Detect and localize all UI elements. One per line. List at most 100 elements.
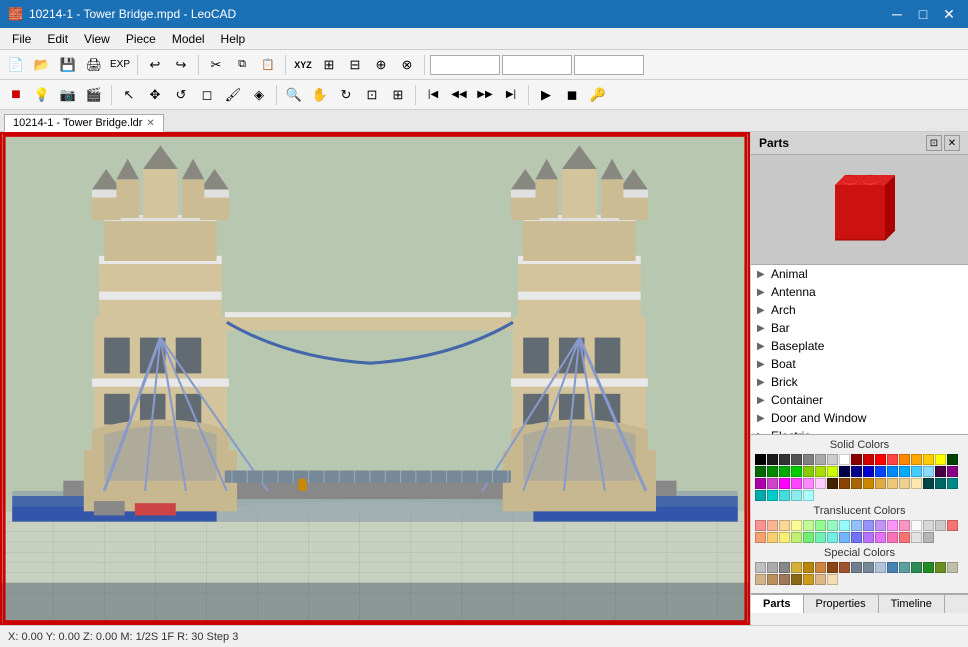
menu-item-view[interactable]: View: [76, 30, 118, 48]
solid-color-swatch-44[interactable]: [875, 478, 886, 489]
translucent-color-swatch-19[interactable]: [779, 532, 790, 543]
translucent-color-swatch-12[interactable]: [899, 520, 910, 531]
special-color-swatch-20[interactable]: [791, 574, 802, 585]
play-button[interactable]: ▶: [534, 83, 558, 107]
translucent-color-swatch-3[interactable]: [791, 520, 802, 531]
solid-color-swatch-23[interactable]: [827, 466, 838, 477]
solid-color-swatch-1[interactable]: [767, 454, 778, 465]
translucent-color-swatch-7[interactable]: [839, 520, 850, 531]
copy-button[interactable]: ⧉: [230, 53, 254, 77]
special-color-swatch-21[interactable]: [803, 574, 814, 585]
special-color-swatch-0[interactable]: [755, 562, 766, 573]
snap2-button[interactable]: ⊟: [343, 53, 367, 77]
solid-color-swatch-17[interactable]: [755, 466, 766, 477]
category-boat[interactable]: ▶ Boat: [751, 355, 968, 373]
solid-color-swatch-48[interactable]: [923, 478, 934, 489]
document-tab[interactable]: 10214-1 - Tower Bridge.ldr ✕: [4, 114, 164, 132]
redo-button[interactable]: ↪: [169, 53, 193, 77]
insert-camera-button[interactable]: 📷: [56, 83, 80, 107]
solid-color-swatch-33[interactable]: [947, 466, 958, 477]
translucent-color-swatch-8[interactable]: [851, 520, 862, 531]
translucent-color-swatch-16[interactable]: [947, 520, 958, 531]
solid-color-swatch-16[interactable]: [947, 454, 958, 465]
menu-item-edit[interactable]: Edit: [39, 30, 76, 48]
search-input-2[interactable]: [502, 55, 572, 75]
menu-item-model[interactable]: Model: [164, 30, 213, 48]
special-color-swatch-23[interactable]: [827, 574, 838, 585]
special-color-swatch-10[interactable]: [875, 562, 886, 573]
solid-color-swatch-54[interactable]: [791, 490, 802, 501]
parts-float-button[interactable]: ⊡: [926, 135, 942, 151]
translucent-color-swatch-22[interactable]: [815, 532, 826, 543]
solid-color-swatch-25[interactable]: [851, 466, 862, 477]
menu-item-help[interactable]: Help: [213, 30, 254, 48]
translucent-color-swatch-0[interactable]: [755, 520, 766, 531]
special-color-swatch-5[interactable]: [815, 562, 826, 573]
translucent-color-swatch-24[interactable]: [839, 532, 850, 543]
solid-color-swatch-43[interactable]: [863, 478, 874, 489]
close-button[interactable]: ✕: [938, 3, 960, 25]
solid-color-swatch-45[interactable]: [887, 478, 898, 489]
search-input-1[interactable]: [430, 55, 500, 75]
solid-color-swatch-24[interactable]: [839, 466, 850, 477]
category-baseplate[interactable]: ▶ Baseplate: [751, 337, 968, 355]
solid-color-swatch-19[interactable]: [779, 466, 790, 477]
category-bar[interactable]: ▶ Bar: [751, 319, 968, 337]
solid-color-swatch-9[interactable]: [863, 454, 874, 465]
menu-item-file[interactable]: File: [4, 30, 39, 48]
key-button[interactable]: 🔑: [586, 83, 610, 107]
translucent-color-swatch-21[interactable]: [803, 532, 814, 543]
insert-light-button[interactable]: 💡: [30, 83, 54, 107]
translucent-color-swatch-15[interactable]: [935, 520, 946, 531]
category-arch[interactable]: ▶ Arch: [751, 301, 968, 319]
translucent-color-swatch-30[interactable]: [911, 532, 922, 543]
next-step-button[interactable]: ▶▶: [473, 83, 497, 107]
special-color-swatch-13[interactable]: [911, 562, 922, 573]
special-color-swatch-9[interactable]: [863, 562, 874, 573]
solid-color-swatch-20[interactable]: [791, 466, 802, 477]
snap-grid-button[interactable]: ⊞: [317, 53, 341, 77]
solid-color-swatch-6[interactable]: [827, 454, 838, 465]
special-color-swatch-3[interactable]: [791, 562, 802, 573]
solid-color-swatch-32[interactable]: [935, 466, 946, 477]
category-animal[interactable]: ▶ Animal: [751, 265, 968, 283]
special-color-swatch-16[interactable]: [947, 562, 958, 573]
move-tool-button[interactable]: ✥: [143, 83, 167, 107]
solid-color-swatch-27[interactable]: [875, 466, 886, 477]
solid-color-swatch-38[interactable]: [803, 478, 814, 489]
solid-color-swatch-22[interactable]: [815, 466, 826, 477]
pan-button[interactable]: ✋: [308, 83, 332, 107]
special-color-swatch-4[interactable]: [803, 562, 814, 573]
menu-item-piece[interactable]: Piece: [118, 30, 164, 48]
timeline-tab[interactable]: Timeline: [879, 595, 945, 613]
special-color-swatch-12[interactable]: [899, 562, 910, 573]
new-button[interactable]: 📄: [4, 53, 28, 77]
maximize-button[interactable]: □: [912, 3, 934, 25]
solid-color-swatch-50[interactable]: [947, 478, 958, 489]
special-color-swatch-17[interactable]: [755, 574, 766, 585]
solid-color-swatch-40[interactable]: [827, 478, 838, 489]
translucent-color-swatch-31[interactable]: [923, 532, 934, 543]
export-button[interactable]: EXP: [108, 53, 132, 77]
special-color-swatch-22[interactable]: [815, 574, 826, 585]
parts-tab[interactable]: Parts: [751, 595, 804, 613]
solid-color-swatch-4[interactable]: [803, 454, 814, 465]
solid-color-swatch-55[interactable]: [803, 490, 814, 501]
solid-color-swatch-37[interactable]: [791, 478, 802, 489]
solid-color-swatch-3[interactable]: [791, 454, 802, 465]
save-button[interactable]: 💾: [56, 53, 80, 77]
solid-color-swatch-51[interactable]: [755, 490, 766, 501]
translucent-color-swatch-26[interactable]: [863, 532, 874, 543]
translucent-color-swatch-17[interactable]: [755, 532, 766, 543]
solid-color-swatch-36[interactable]: [779, 478, 790, 489]
select-tool-button[interactable]: ↖: [117, 83, 141, 107]
solid-color-swatch-14[interactable]: [923, 454, 934, 465]
special-color-swatch-18[interactable]: [767, 574, 778, 585]
translucent-color-swatch-4[interactable]: [803, 520, 814, 531]
category-antenna[interactable]: ▶ Antenna: [751, 283, 968, 301]
tab-close-button[interactable]: ✕: [146, 118, 154, 129]
open-button[interactable]: 📂: [30, 53, 54, 77]
solid-color-swatch-21[interactable]: [803, 466, 814, 477]
parts-close-button[interactable]: ✕: [944, 135, 960, 151]
solid-color-swatch-8[interactable]: [851, 454, 862, 465]
